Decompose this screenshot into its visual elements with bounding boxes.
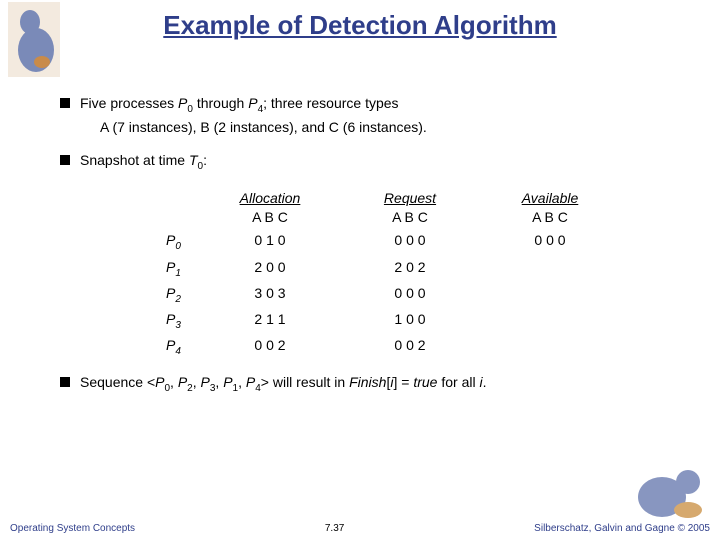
bullet-square-icon <box>60 377 70 387</box>
subhead-abc-3: A B C <box>480 208 620 227</box>
allocation-table: Allocation Request Available A B C A B C… <box>160 189 690 358</box>
row0-avail: 0 0 0 <box>480 231 620 253</box>
row2-avail <box>480 284 620 306</box>
seq-end: for all <box>437 374 479 390</box>
col-allocation: Allocation <box>200 189 340 208</box>
seq-true: true <box>413 374 437 390</box>
table-row: P3 2 1 1 1 0 0 <box>160 310 690 332</box>
seq-c0: , <box>170 374 178 390</box>
row3-proc: P <box>166 311 175 327</box>
row0-req: 0 0 0 <box>340 231 480 253</box>
bullet-square-icon <box>60 155 70 165</box>
b1-p4: P <box>248 95 257 111</box>
seq-p1: P <box>178 374 187 390</box>
dinosaur-mascot-top-left <box>8 2 60 77</box>
row2-proc-sub: 2 <box>175 294 181 305</box>
seq-p3: P <box>223 374 232 390</box>
b1-p0: P <box>178 95 187 111</box>
row3-alloc: 2 1 1 <box>200 310 340 332</box>
row0-proc-sub: 0 <box>175 241 181 252</box>
seq-c3: , <box>238 374 246 390</box>
b2-t: T <box>189 152 198 168</box>
content-area: Five processes P0 through P4; three reso… <box>60 80 690 399</box>
footer-copyright: © 2005 <box>678 523 710 534</box>
col-request: Request <box>340 189 480 208</box>
row1-proc-sub: 1 <box>175 267 181 278</box>
table-row: P1 2 0 0 2 0 2 <box>160 258 690 280</box>
slide-footer: Operating System Concepts 7.37 Silbersch… <box>10 523 710 534</box>
b1-text-b: through <box>193 95 248 111</box>
subhead-abc-2: A B C <box>340 208 480 227</box>
seq-dot: . <box>483 374 487 390</box>
seq-c1: , <box>193 374 201 390</box>
row4-proc: P <box>166 337 175 353</box>
seq-b: > will result in <box>261 374 349 390</box>
row2-req: 0 0 0 <box>340 284 480 306</box>
b1-line2: A (7 instances), B (2 instances), and C … <box>100 118 690 137</box>
seq-p2: P <box>201 374 210 390</box>
table-row: P0 0 1 0 0 0 0 0 0 0 <box>160 231 690 253</box>
footer-authors: Silberschatz, Galvin and Gagne <box>534 523 677 534</box>
b2-text-b: : <box>203 152 207 168</box>
row0-alloc: 0 1 0 <box>200 231 340 253</box>
seq-br2: ] = <box>393 374 413 390</box>
row3-req: 1 0 0 <box>340 310 480 332</box>
bullet-five-processes: Five processes P0 through P4; three reso… <box>60 94 690 137</box>
seq-finish: Finish <box>349 374 386 390</box>
row4-proc-sub: 4 <box>175 346 181 357</box>
bullet-square-icon <box>60 98 70 108</box>
footer-left: Operating System Concepts <box>10 523 135 534</box>
footer-page-number: 7.37 <box>135 523 534 534</box>
row1-proc: P <box>166 259 175 275</box>
seq-p4: P <box>246 374 255 390</box>
bullet-sequence: Sequence <P0, P2, P3, P1, P4> will resul… <box>60 373 690 395</box>
row2-proc: P <box>166 285 175 301</box>
bullet-snapshot: Snapshot at time T0: <box>60 151 690 173</box>
footer-right: Silberschatz, Galvin and Gagne © 2005 <box>534 523 710 534</box>
table-row: P4 0 0 2 0 0 2 <box>160 336 690 358</box>
row4-alloc: 0 0 2 <box>200 336 340 358</box>
subhead-abc-1: A B C <box>200 208 340 227</box>
table-row: P2 3 0 3 0 0 0 <box>160 284 690 306</box>
row3-proc-sub: 3 <box>175 320 181 331</box>
dinosaur-mascot-bottom-right <box>632 462 714 522</box>
b2-text-a: Snapshot at time <box>80 152 189 168</box>
row1-avail <box>480 258 620 280</box>
b1-text-a: Five processes <box>80 95 178 111</box>
seq-a: Sequence < <box>80 374 155 390</box>
row4-avail <box>480 336 620 358</box>
page-title: Example of Detection Algorithm <box>0 0 720 41</box>
row4-req: 0 0 2 <box>340 336 480 358</box>
b1-text-c: ; three resource types <box>263 95 398 111</box>
row3-avail <box>480 310 620 332</box>
row0-proc: P <box>166 232 175 248</box>
col-available: Available <box>480 189 620 208</box>
row1-alloc: 2 0 0 <box>200 258 340 280</box>
row2-alloc: 3 0 3 <box>200 284 340 306</box>
row1-req: 2 0 2 <box>340 258 480 280</box>
